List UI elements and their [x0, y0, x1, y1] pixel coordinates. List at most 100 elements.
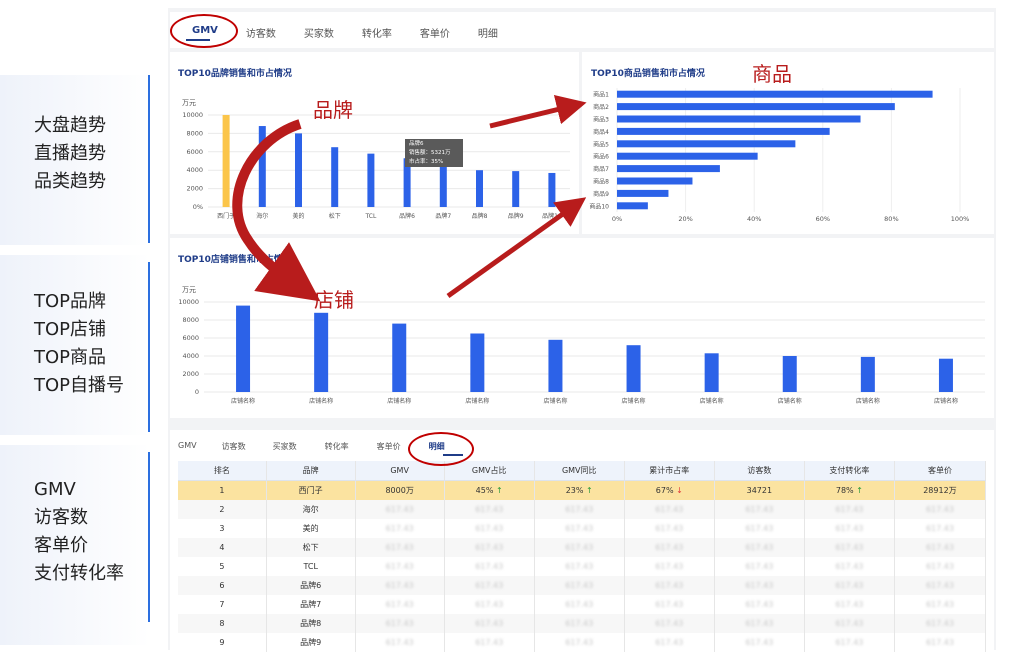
bar: [258, 126, 266, 207]
y-tick-label: 商品9: [593, 190, 609, 198]
rank-cell: 9: [178, 633, 267, 652]
column-header[interactable]: 支付转化率: [804, 461, 895, 481]
value-value: 617.43: [925, 543, 954, 552]
bar: [476, 170, 483, 207]
tab-buyers[interactable]: 买家数: [290, 25, 348, 40]
column-header[interactable]: 访客数: [714, 461, 805, 481]
sidebar-item[interactable]: 访客数: [34, 504, 124, 532]
y-tick-label: 4000: [186, 166, 203, 174]
value-value: 617.43: [565, 524, 594, 533]
column-header[interactable]: GMV同比: [534, 461, 625, 481]
y-tick-label: 4000: [182, 352, 199, 360]
table-header-row: 排名 品牌 GMV GMV占比 GMV同比 累计市占率 访客数 支付转化率 客单…: [178, 461, 987, 481]
y-tick-label: 6000: [182, 334, 199, 342]
sidebar-item[interactable]: TOP商品: [34, 344, 124, 372]
sidebar-item[interactable]: 直播趋势: [34, 140, 106, 168]
tab-conversion[interactable]: 转化率: [311, 441, 363, 452]
tab-buyers[interactable]: 买家数: [259, 441, 311, 452]
rank-cell: 7: [178, 595, 267, 614]
sidebar-item[interactable]: 支付转化率: [34, 560, 124, 588]
bar: [704, 353, 719, 392]
tab-aov[interactable]: 客单价: [363, 441, 415, 452]
x-tick-label: 西门子: [217, 212, 235, 220]
x-tick-label: 店铺名称: [465, 397, 489, 405]
rank-value: 5: [219, 562, 225, 571]
x-tick-label: 品牌8: [472, 212, 488, 220]
bar: [782, 356, 797, 392]
sidebar-item[interactable]: 品类趋势: [34, 168, 106, 196]
column-header[interactable]: GMV占比: [444, 461, 535, 481]
y-tick-label: 商品10: [589, 202, 609, 210]
column-header[interactable]: 品牌: [266, 461, 356, 481]
value-cell: 617.43: [894, 538, 987, 557]
tab-detail[interactable]: 明细: [464, 25, 512, 40]
table-row[interactable]: 7 品牌7 617.43 617.43 617.43 617.43 617.43 617.43…: [178, 595, 987, 614]
sidebar-item[interactable]: TOP品牌: [34, 288, 124, 316]
sidebar-item[interactable]: 客单价: [34, 532, 124, 560]
y-tick-label: 6000: [186, 148, 203, 156]
value-value: 617.43: [385, 524, 414, 533]
column-header[interactable]: 排名: [178, 461, 267, 481]
y-tick-label: 10000: [178, 298, 199, 306]
table-row[interactable]: 2 海尔 617.43 617.43 617.43 617.43 617.43 617.43 6…: [178, 500, 987, 519]
top-tab-bar: GMV 访客数 买家数 转化率 客单价 明细: [170, 12, 994, 48]
sidebar-item[interactable]: 大盘趋势: [34, 112, 106, 140]
table-row[interactable]: 9 品牌9 617.43 617.43 617.43 617.43 617.43 617.43…: [178, 633, 987, 652]
brand-value: 品牌9: [300, 638, 322, 647]
value-cell: 617.43: [355, 538, 445, 557]
table-row[interactable]: 3 美的 617.43 617.43 617.43 617.43 617.43 617.43 6…: [178, 519, 987, 538]
column-header[interactable]: 累计市占率: [624, 461, 715, 481]
table-row[interactable]: 6 品牌6 617.43 617.43 617.43 617.43 617.43 617.43…: [178, 576, 987, 595]
tab-visitors[interactable]: 访客数: [232, 25, 290, 40]
value-value: 617.43: [655, 524, 684, 533]
arrow-up-icon: ↑: [586, 486, 593, 495]
sidebar-item[interactable]: GMV: [34, 476, 124, 504]
bar: [331, 147, 339, 207]
rank-value: 3: [219, 524, 225, 533]
y-tick-label: 商品2: [593, 103, 609, 111]
rank-cell: 6: [178, 576, 267, 595]
value-value: 617.43: [835, 581, 864, 590]
value-value: 617.43: [385, 562, 414, 571]
value-cell: 617.43: [534, 595, 625, 614]
column-header[interactable]: 客单价: [894, 461, 987, 481]
value-cell: 617.43: [894, 576, 987, 595]
x-tick-label: 0%: [612, 215, 622, 223]
tab-conversion[interactable]: 转化率: [348, 25, 406, 40]
value-cell: 617.43: [894, 500, 987, 519]
table-row[interactable]: 1 西门子 8000万 45% ↑ 23% ↑ 67% ↓ 34721 78% …: [178, 480, 987, 500]
sidebar-item[interactable]: TOP自播号: [34, 372, 124, 400]
value-value: 617.43: [745, 505, 774, 514]
brand-cell: 美的: [266, 519, 356, 538]
value-cell: 617.43: [624, 614, 715, 633]
value-cell: 617.43: [714, 538, 805, 557]
annotation-product: 商品: [752, 62, 792, 86]
value-cell: 617.43: [894, 614, 987, 633]
table-row[interactable]: 8 品牌8 617.43 617.43 617.43 617.43 617.43 617.43…: [178, 614, 987, 633]
rank-value: 2: [219, 505, 225, 514]
y-tick-label: 商品6: [593, 153, 609, 161]
table-row[interactable]: 4 松下 617.43 617.43 617.43 617.43 617.43 617.43 6…: [178, 538, 987, 557]
sidebar-divider-2: [148, 262, 150, 432]
x-tick-label: 美的: [292, 212, 304, 220]
tab-aov[interactable]: 客单价: [406, 25, 464, 40]
x-tick-label: 20%: [678, 215, 692, 223]
table-row[interactable]: 5 TCL 617.43 617.43 617.43 617.43 617.43 617.43…: [178, 557, 987, 576]
value-value: 617.43: [475, 524, 504, 533]
tab-gmv[interactable]: GMV: [166, 441, 209, 452]
tab-visitors[interactable]: 访客数: [209, 441, 259, 452]
x-tick-label: 松下: [329, 212, 341, 220]
value-value: 617.43: [745, 619, 774, 628]
bar: [617, 177, 693, 185]
cum-share-value: 67%: [655, 486, 674, 495]
value-value: 617.43: [745, 600, 774, 609]
value-cell: 617.43: [355, 519, 445, 538]
y-tick-label: 商品7: [593, 165, 609, 173]
sidebar-item[interactable]: TOP店铺: [34, 316, 124, 344]
annotation-brand: 品牌: [313, 98, 353, 122]
y-tick-label: 10000: [182, 111, 203, 119]
value-cell: 617.43: [804, 576, 895, 595]
value-cell: 617.43: [714, 614, 805, 633]
share-value: 45%: [475, 486, 494, 495]
x-tick-label: 店铺名称: [622, 397, 646, 405]
